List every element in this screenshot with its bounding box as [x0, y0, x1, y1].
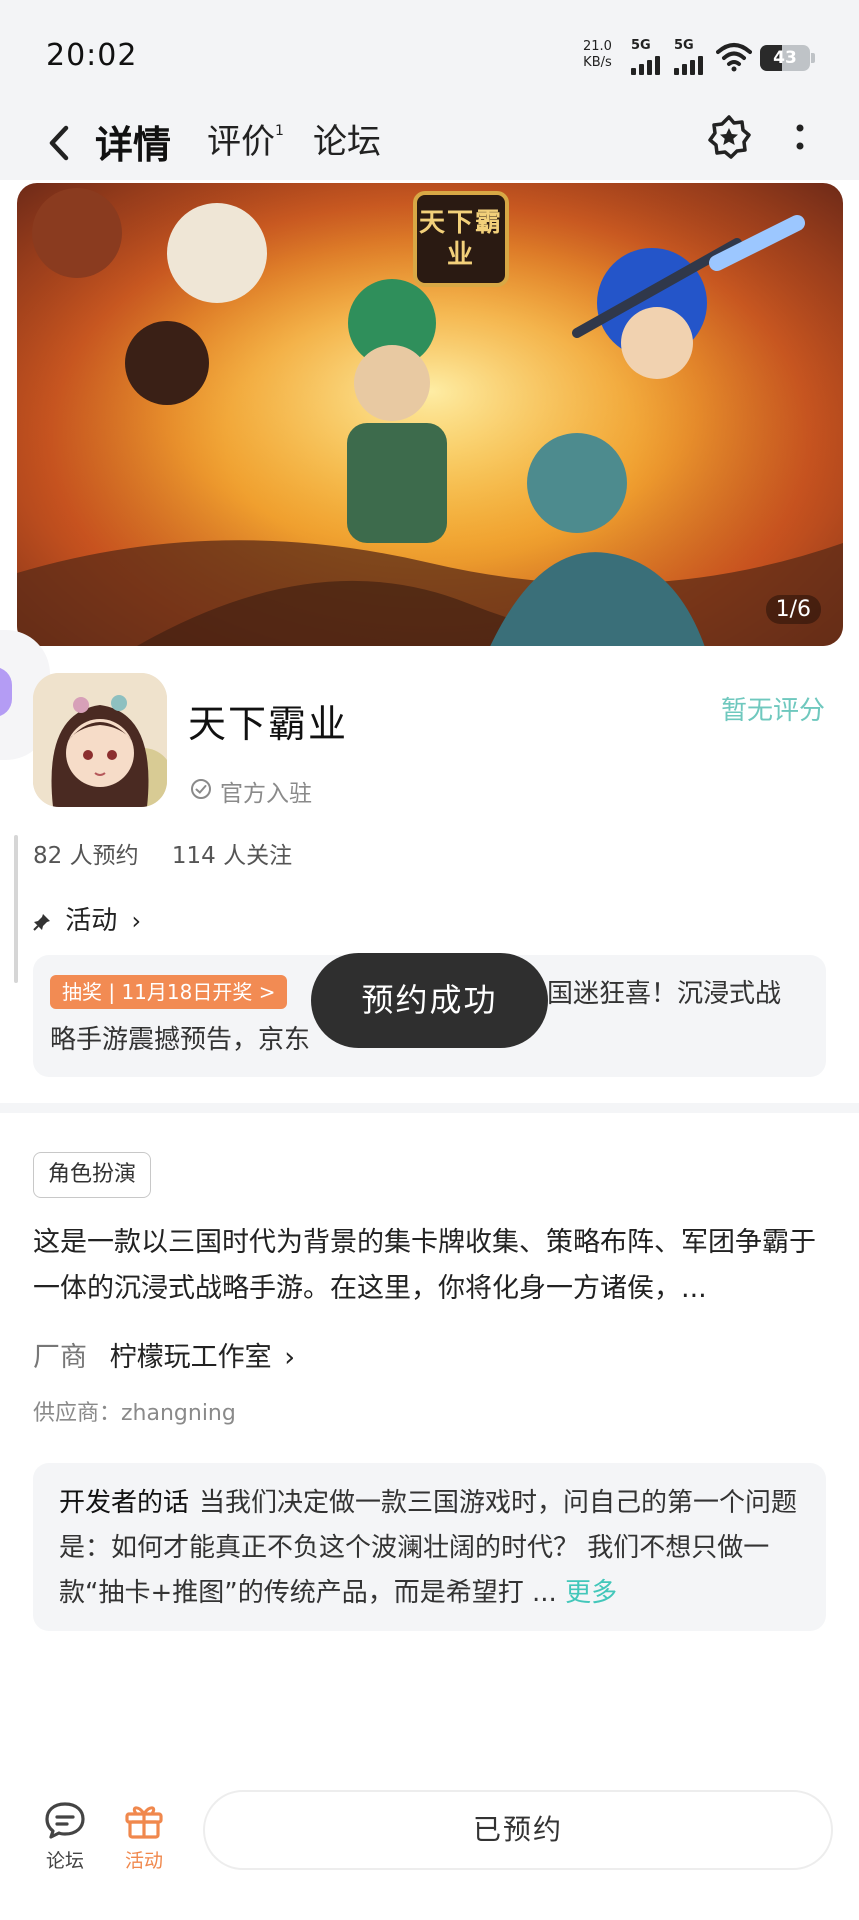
- developer-note-title: 开发者的话: [59, 1488, 190, 1518]
- reserved-button[interactable]: 已预约: [203, 1790, 833, 1870]
- signal-label: 5G: [674, 38, 694, 53]
- chevron-right-icon: ›: [284, 1342, 295, 1373]
- game-description[interactable]: 这是一款以三国时代为背景的集卡牌收集、策略布阵、军团争霸于一体的沉浸式战略手游。…: [33, 1220, 828, 1312]
- chevron-right-icon: ›: [131, 907, 142, 935]
- battery-level: 43: [773, 48, 797, 68]
- tab-reviews-label: 评价: [207, 122, 275, 162]
- scroll-indicator: [14, 835, 18, 983]
- developer-link[interactable]: 厂商 柠檬玩工作室 ›: [33, 1335, 295, 1374]
- developer-label: 厂商: [33, 1342, 87, 1373]
- toast-message: 预约成功: [311, 953, 548, 1048]
- tab-reviews-badge: 1: [275, 122, 284, 139]
- bottom-forum-label: 论坛: [45, 1850, 84, 1872]
- app-stats: 82 人预约 114 人关注: [33, 836, 318, 870]
- network-speed: 21.0 KB/s: [583, 39, 612, 71]
- pin-icon: [33, 913, 50, 931]
- banner-title-art: 天下霸业: [418, 208, 503, 270]
- back-icon[interactable]: [40, 120, 80, 166]
- bottom-activity-button[interactable]: 活动: [114, 1800, 174, 1873]
- network-speed-unit: KB/s: [583, 55, 612, 70]
- network-speed-value: 21.0: [583, 39, 612, 54]
- reservation-count: 82 人预约: [33, 843, 139, 869]
- more-link[interactable]: 更多: [565, 1578, 617, 1608]
- status-bar: 20:02 21.0 KB/s 5G 5G 43: [0, 0, 859, 110]
- battery-tip: [811, 53, 815, 63]
- lottery-tag: 抽奖 | 11月18日开奖 >: [50, 975, 288, 1009]
- supplier-info: 供应商：zhangning: [33, 1401, 236, 1426]
- wifi-icon: [716, 43, 752, 72]
- battery-icon: 43: [760, 45, 810, 71]
- developer-name: 柠檬玩工作室: [109, 1342, 272, 1373]
- developer-note-card[interactable]: 开发者的话 当我们决定做一款三国游戏时，问自己的第一个问题是：如何才能真正不负这个…: [33, 1463, 826, 1631]
- activity-text-line1: 国迷狂喜！沉浸式战: [547, 979, 782, 1009]
- bottom-activity-label: 活动: [124, 1850, 163, 1872]
- top-nav: 详情 评价1 论坛: [0, 110, 859, 180]
- bottom-forum-button[interactable]: 论坛: [35, 1800, 95, 1873]
- tab-reviews[interactable]: 评价1: [207, 114, 284, 163]
- activity-text-line2: 略手游震撼预告，京东: [50, 1025, 311, 1055]
- app-icon-art: [33, 673, 167, 807]
- rating-status: 暂无评分: [720, 696, 825, 726]
- screenshot-carousel[interactable]: 天下霸业 1/6: [17, 183, 843, 646]
- status-time: 20:02: [46, 38, 138, 73]
- star-badge-icon[interactable]: [704, 112, 754, 162]
- official-badge-label: 官方入驻: [220, 781, 312, 807]
- developer-note: 开发者的话 当我们决定做一款三国游戏时，问自己的第一个问题是：如何才能真正不负这个…: [59, 1481, 799, 1616]
- app-icon: [33, 673, 167, 807]
- app-name: 天下霸业: [188, 702, 349, 746]
- activity-section-link[interactable]: 活动 ›: [33, 900, 141, 937]
- carousel-page-indicator: 1/6: [765, 595, 821, 624]
- verified-check-icon: [191, 779, 211, 799]
- tab-details[interactable]: 详情: [95, 114, 171, 169]
- gift-icon: [125, 1806, 163, 1839]
- tab-forum[interactable]: 论坛: [313, 114, 381, 163]
- genre-tag[interactable]: 角色扮演: [33, 1152, 152, 1198]
- activity-section-label: 活动: [65, 906, 118, 936]
- more-vertical-icon[interactable]: [790, 118, 810, 158]
- follower-count: 114 人关注: [171, 843, 293, 869]
- signal-label: 5G: [631, 38, 651, 53]
- section-divider: [0, 1103, 859, 1113]
- forum-chat-icon: [45, 1802, 85, 1839]
- bottom-action-bar: 论坛 活动 已预约: [0, 1760, 859, 1920]
